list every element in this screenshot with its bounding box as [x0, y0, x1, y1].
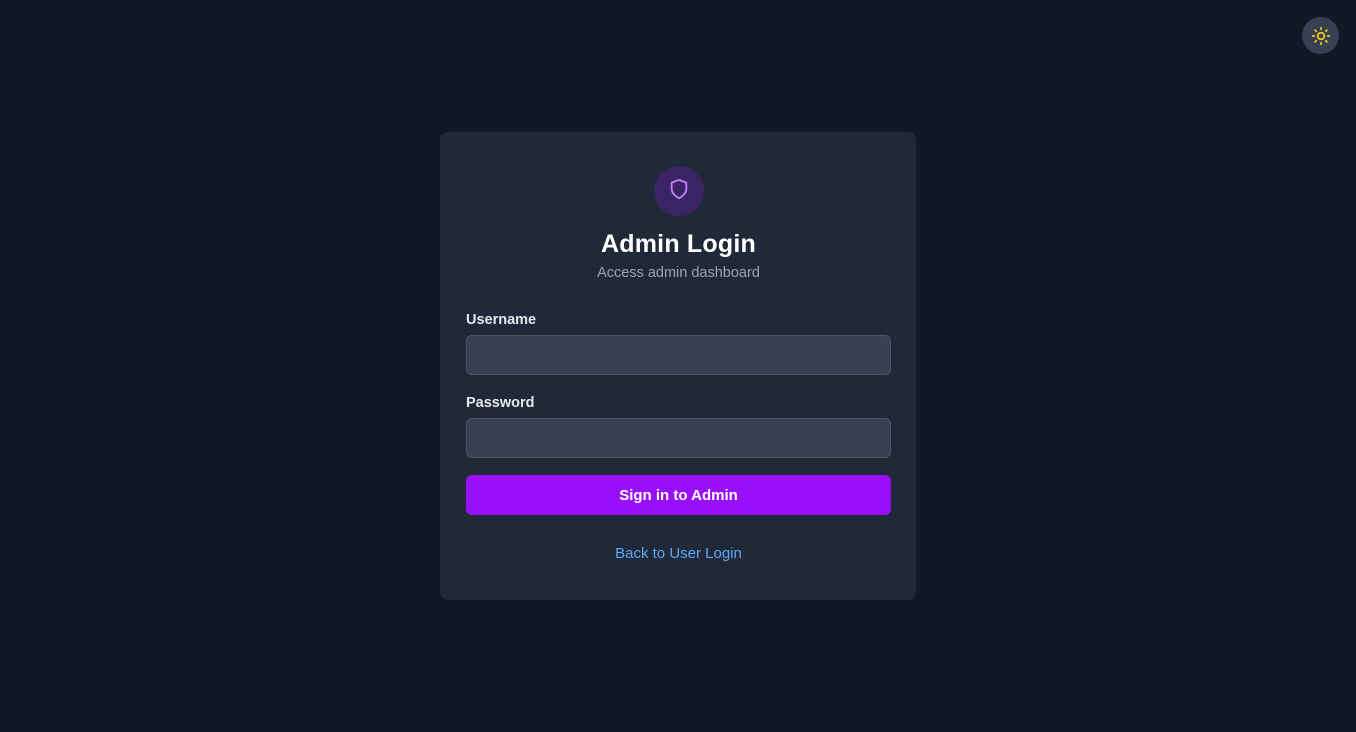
username-input[interactable]	[466, 335, 891, 375]
page-subtitle: Access admin dashboard	[597, 265, 760, 281]
admin-login-form: Username Password Sign in to Admin	[466, 311, 891, 515]
back-to-user-login-link[interactable]: Back to User Login	[466, 544, 891, 564]
theme-toggle-button[interactable]	[1302, 17, 1339, 54]
shield-icon	[668, 178, 690, 205]
shield-badge	[653, 166, 704, 216]
sign-in-button[interactable]: Sign in to Admin	[466, 475, 891, 515]
login-card: Admin Login Access admin dashboard Usern…	[440, 132, 916, 600]
page-title: Admin Login	[601, 230, 756, 258]
username-label: Username	[466, 312, 537, 328]
password-input[interactable]	[466, 418, 891, 458]
password-label: Password	[466, 395, 535, 411]
sun-icon	[1311, 26, 1331, 46]
